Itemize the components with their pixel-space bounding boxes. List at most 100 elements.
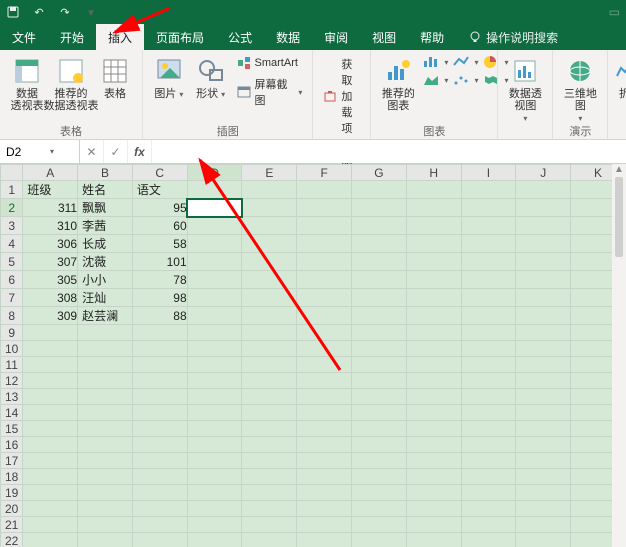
row-header-2[interactable]: 2 bbox=[1, 199, 23, 217]
smartart-button[interactable]: SmartArt bbox=[233, 54, 307, 72]
cell-E20[interactable] bbox=[242, 501, 297, 517]
cell-B12[interactable] bbox=[78, 373, 133, 389]
row-header-17[interactable]: 17 bbox=[1, 453, 23, 469]
cancel-formula-button[interactable]: ✕ bbox=[80, 140, 104, 163]
cell-G17[interactable] bbox=[352, 453, 407, 469]
cell-E10[interactable] bbox=[242, 341, 297, 357]
cell-C6[interactable]: 78 bbox=[132, 271, 187, 289]
cell-H15[interactable] bbox=[406, 421, 461, 437]
cell-J13[interactable] bbox=[516, 389, 571, 405]
cell-E16[interactable] bbox=[242, 437, 297, 453]
cell-B1[interactable]: 姓名 bbox=[78, 181, 133, 199]
cell-A12[interactable] bbox=[23, 373, 78, 389]
cell-E8[interactable] bbox=[242, 307, 297, 325]
cell-J12[interactable] bbox=[516, 373, 571, 389]
cell-E13[interactable] bbox=[242, 389, 297, 405]
cell-G7[interactable] bbox=[352, 289, 407, 307]
cell-F3[interactable] bbox=[297, 217, 352, 235]
cell-G14[interactable] bbox=[352, 405, 407, 421]
cell-F12[interactable] bbox=[297, 373, 352, 389]
cell-H21[interactable] bbox=[406, 517, 461, 533]
cell-J11[interactable] bbox=[516, 357, 571, 373]
scroll-thumb[interactable] bbox=[615, 177, 623, 257]
cell-C21[interactable] bbox=[132, 517, 187, 533]
col-header-H[interactable]: H bbox=[406, 165, 461, 181]
row-header-10[interactable]: 10 bbox=[1, 341, 23, 357]
row-header-18[interactable]: 18 bbox=[1, 469, 23, 485]
cell-D15[interactable] bbox=[187, 421, 242, 437]
qat-customize-icon[interactable]: ▾ bbox=[84, 5, 98, 19]
cell-I2[interactable] bbox=[461, 199, 516, 217]
cell-G11[interactable] bbox=[352, 357, 407, 373]
tab-review[interactable]: 审阅 bbox=[312, 24, 360, 50]
cell-H20[interactable] bbox=[406, 501, 461, 517]
cell-E14[interactable] bbox=[242, 405, 297, 421]
cell-G9[interactable] bbox=[352, 325, 407, 341]
cell-A13[interactable] bbox=[23, 389, 78, 405]
cell-H6[interactable] bbox=[406, 271, 461, 289]
cell-F5[interactable] bbox=[297, 253, 352, 271]
cell-A14[interactable] bbox=[23, 405, 78, 421]
cell-H3[interactable] bbox=[406, 217, 461, 235]
cell-G13[interactable] bbox=[352, 389, 407, 405]
cell-G2[interactable] bbox=[352, 199, 407, 217]
cell-F17[interactable] bbox=[297, 453, 352, 469]
cell-E18[interactable] bbox=[242, 469, 297, 485]
row-header-22[interactable]: 22 bbox=[1, 533, 23, 547]
col-header-A[interactable]: A bbox=[23, 165, 78, 181]
tab-insert[interactable]: 插入 bbox=[96, 24, 144, 50]
cell-C16[interactable] bbox=[132, 437, 187, 453]
cell-F15[interactable] bbox=[297, 421, 352, 437]
cell-C11[interactable] bbox=[132, 357, 187, 373]
cell-E19[interactable] bbox=[242, 485, 297, 501]
cell-C4[interactable]: 58 bbox=[132, 235, 187, 253]
cell-D19[interactable] bbox=[187, 485, 242, 501]
cell-B10[interactable] bbox=[78, 341, 133, 357]
save-icon[interactable] bbox=[6, 5, 20, 19]
cell-A5[interactable]: 307 bbox=[23, 253, 78, 271]
cell-C13[interactable] bbox=[132, 389, 187, 405]
row-header-1[interactable]: 1 bbox=[1, 181, 23, 199]
chart-bar-button[interactable]: ▾ bbox=[421, 54, 449, 70]
cell-G22[interactable] bbox=[352, 533, 407, 547]
cell-C1[interactable]: 语文 bbox=[132, 181, 187, 199]
pivot-chart-button[interactable]: 数据透视图▾ bbox=[504, 54, 546, 123]
cell-I19[interactable] bbox=[461, 485, 516, 501]
cell-H17[interactable] bbox=[406, 453, 461, 469]
cell-H22[interactable] bbox=[406, 533, 461, 547]
cell-D14[interactable] bbox=[187, 405, 242, 421]
cell-A7[interactable]: 308 bbox=[23, 289, 78, 307]
scroll-up-icon[interactable]: ▲ bbox=[614, 164, 624, 175]
cell-B2[interactable]: 飘飘 bbox=[78, 199, 133, 217]
cell-F19[interactable] bbox=[297, 485, 352, 501]
row-header-8[interactable]: 8 bbox=[1, 307, 23, 325]
cell-C20[interactable] bbox=[132, 501, 187, 517]
screenshot-button[interactable]: 屏幕截图 ▾ bbox=[233, 74, 307, 110]
cell-J14[interactable] bbox=[516, 405, 571, 421]
cell-B9[interactable] bbox=[78, 325, 133, 341]
cell-I15[interactable] bbox=[461, 421, 516, 437]
3d-map-button[interactable]: 三维地 图▾ bbox=[559, 54, 601, 123]
cell-A16[interactable] bbox=[23, 437, 78, 453]
name-box[interactable]: ▾ bbox=[0, 140, 80, 163]
cell-H8[interactable] bbox=[406, 307, 461, 325]
cell-C10[interactable] bbox=[132, 341, 187, 357]
cell-A20[interactable] bbox=[23, 501, 78, 517]
cell-F11[interactable] bbox=[297, 357, 352, 373]
cell-J8[interactable] bbox=[516, 307, 571, 325]
cell-D17[interactable] bbox=[187, 453, 242, 469]
cell-B11[interactable] bbox=[78, 357, 133, 373]
cell-G8[interactable] bbox=[352, 307, 407, 325]
shapes-button[interactable]: 形状 ▾ bbox=[191, 54, 231, 101]
cell-C2[interactable]: 95 bbox=[132, 199, 187, 217]
cell-H10[interactable] bbox=[406, 341, 461, 357]
cell-B4[interactable]: 长成 bbox=[78, 235, 133, 253]
cell-G12[interactable] bbox=[352, 373, 407, 389]
cell-F22[interactable] bbox=[297, 533, 352, 547]
cell-A10[interactable] bbox=[23, 341, 78, 357]
cell-C5[interactable]: 101 bbox=[132, 253, 187, 271]
cell-F14[interactable] bbox=[297, 405, 352, 421]
row-header-11[interactable]: 11 bbox=[1, 357, 23, 373]
row-header-5[interactable]: 5 bbox=[1, 253, 23, 271]
cell-B3[interactable]: 李茜 bbox=[78, 217, 133, 235]
